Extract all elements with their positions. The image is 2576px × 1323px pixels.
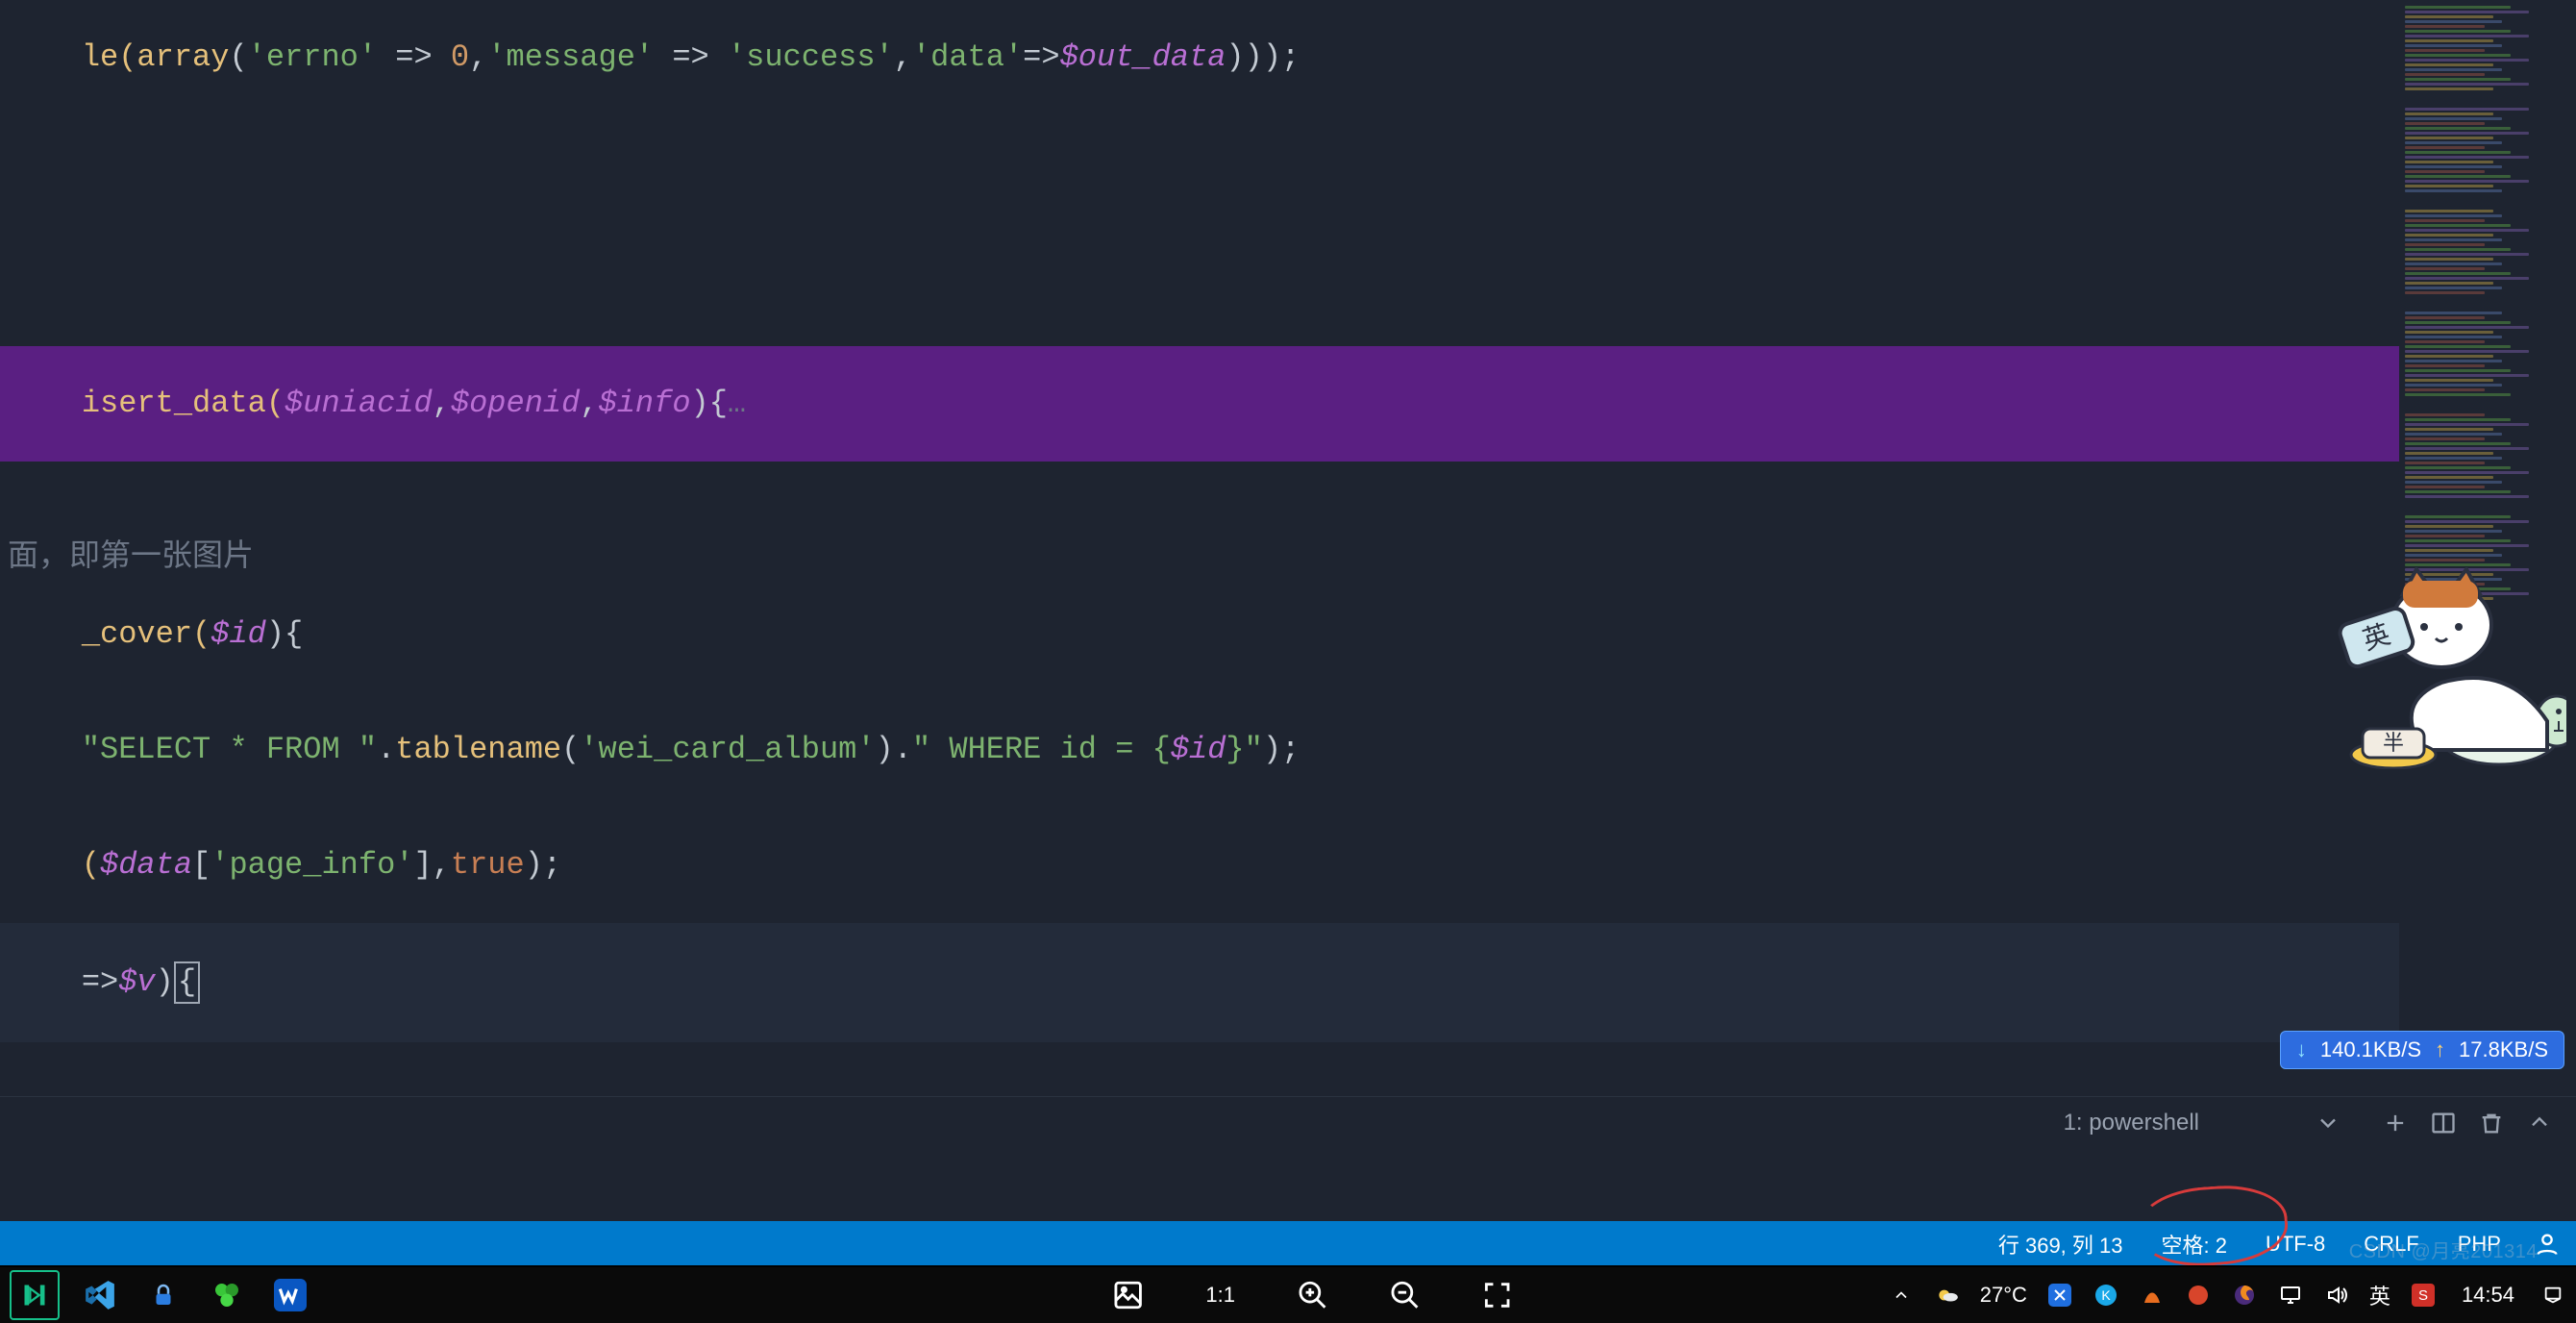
code-token: $data xyxy=(100,847,192,883)
windows-taskbar[interactable]: 1:1 27°C K 英 S 14:54 xyxy=(0,1265,2576,1323)
code-token: _cover( xyxy=(82,616,211,652)
status-cursor-position[interactable]: 行 369, 列 13 xyxy=(1993,1229,2129,1260)
tray-weather-icon[interactable] xyxy=(1934,1282,1961,1309)
svg-text:S: S xyxy=(2418,1287,2428,1304)
code-token: ( xyxy=(82,847,100,883)
fold-ellipsis[interactable]: … xyxy=(728,386,746,421)
code-token: $openid xyxy=(451,386,580,421)
tray-ime[interactable]: 英 xyxy=(2369,1280,2390,1311)
code-token: => xyxy=(654,39,728,75)
tray-temp[interactable]: 27°C xyxy=(1980,1283,2027,1308)
status-encoding[interactable]: UTF-8 xyxy=(2260,1232,2331,1257)
code-token: . xyxy=(377,732,395,767)
code-token: tablename xyxy=(395,732,561,767)
taskbar-app-lock[interactable] xyxy=(140,1272,186,1318)
taskbar-app-wps[interactable] xyxy=(267,1272,313,1318)
code-token: 'message' xyxy=(487,39,654,75)
panel: 1: powershell xyxy=(0,1096,2576,1166)
code-token: ))); xyxy=(1226,39,1300,75)
code-token: ); xyxy=(1263,732,1300,767)
code-token: $id xyxy=(211,616,266,652)
code-token: }" xyxy=(1226,732,1262,767)
tray-notification-icon[interactable] xyxy=(2539,1282,2566,1309)
highlighted-function-line: isert_data($uniacid,$openid,$info){… xyxy=(0,346,2576,462)
code-comment: 面，即第一张图片 xyxy=(8,539,254,575)
code-token: $info xyxy=(599,386,691,421)
code-token: => xyxy=(377,39,451,75)
start-button[interactable] xyxy=(10,1270,60,1320)
code-token: ( xyxy=(561,732,580,767)
code-token: $uniacid xyxy=(285,386,433,421)
code-token: , xyxy=(433,386,451,421)
status-indentation[interactable]: 空格: 2 xyxy=(2156,1229,2233,1260)
code-token: ( xyxy=(229,39,247,75)
code-token: => xyxy=(1023,39,1059,75)
tray-app-k-icon[interactable]: K xyxy=(2093,1282,2119,1309)
code-token: , xyxy=(469,39,487,75)
terminal-selector-label: 1: powershell xyxy=(2064,1110,2199,1136)
code-token: ){ xyxy=(266,616,303,652)
code-token: 'page_info' xyxy=(211,847,413,883)
download-arrow-icon: ↓ xyxy=(2296,1037,2307,1062)
code-token: ); xyxy=(525,847,561,883)
code-token: 'data' xyxy=(912,39,1023,75)
new-terminal-icon[interactable] xyxy=(2382,1110,2409,1136)
tray-monitor-icon[interactable] xyxy=(2277,1282,2304,1309)
download-speed: 140.1KB/S xyxy=(2320,1037,2421,1062)
zoom-ratio-button[interactable]: 1:1 xyxy=(1200,1274,1242,1316)
magnifier-minus-icon[interactable] xyxy=(1384,1274,1426,1316)
tray-sogou-icon[interactable]: S xyxy=(2410,1282,2437,1309)
status-bar: 行 369, 列 13 空格: 2 UTF-8 CRLF PHP xyxy=(0,1221,2576,1267)
tray-clock[interactable]: 14:54 xyxy=(2462,1283,2514,1308)
code-editor[interactable]: le(array('errno' => 0,'message' => 'succ… xyxy=(0,0,2576,1096)
upload-speed: 17.8KB/S xyxy=(2459,1037,2548,1062)
code-token: ){ xyxy=(691,386,728,421)
tray-firefox-icon[interactable] xyxy=(2231,1282,2258,1309)
code-token: ) xyxy=(156,964,174,1000)
code-token: true xyxy=(451,847,525,883)
screenshot-tool-icon[interactable] xyxy=(1107,1274,1150,1316)
code-token: 0 xyxy=(451,39,469,75)
code-token: le( xyxy=(82,39,137,75)
minimap[interactable] xyxy=(2399,0,2576,1096)
code-token: 'success' xyxy=(728,39,894,75)
code-token: " WHERE id = { xyxy=(912,732,1171,767)
code-token: 'wei_card_album' xyxy=(580,732,875,767)
tray-app-blue-icon[interactable] xyxy=(2046,1282,2073,1309)
tray-app-red-icon[interactable] xyxy=(2185,1282,2212,1309)
split-terminal-icon[interactable] xyxy=(2430,1110,2457,1136)
cursor-box: { xyxy=(174,961,200,1004)
code-token: 'errno' xyxy=(248,39,377,75)
feedback-icon[interactable] xyxy=(2534,1231,2561,1258)
code-token: "SELECT * FROM " xyxy=(82,732,377,767)
maximize-panel-icon[interactable] xyxy=(2526,1110,2553,1136)
code-token: => xyxy=(82,964,118,1000)
upload-arrow-icon: ↑ xyxy=(2435,1037,2445,1062)
chevron-down-icon xyxy=(2315,1110,2341,1136)
code-token: array xyxy=(136,39,229,75)
code-token: $v xyxy=(118,964,155,1000)
magnifier-plus-icon[interactable] xyxy=(1292,1274,1334,1316)
taskbar-app-green[interactable] xyxy=(204,1272,250,1318)
tray-app-orange-icon[interactable] xyxy=(2139,1282,2166,1309)
code-token: isert_data( xyxy=(82,386,285,421)
svg-text:K: K xyxy=(2101,1287,2111,1303)
network-speed-badge: ↓ 140.1KB/S ↑ 17.8KB/S xyxy=(2280,1031,2564,1069)
cursor-line: =>$v){ xyxy=(0,923,2576,1042)
code-token: $out_data xyxy=(1060,39,1226,75)
code-token: $id xyxy=(1171,732,1226,767)
fullscreen-icon[interactable] xyxy=(1476,1274,1519,1316)
taskbar-app-vscode[interactable] xyxy=(77,1272,123,1318)
code-token: ], xyxy=(413,847,450,883)
code-token: , xyxy=(580,386,598,421)
kill-terminal-icon[interactable] xyxy=(2478,1110,2505,1136)
tray-volume-icon[interactable] xyxy=(2323,1282,2350,1309)
code-token: [ xyxy=(192,847,211,883)
code-token: ). xyxy=(876,732,912,767)
tray-chevron-up-icon[interactable] xyxy=(1888,1282,1915,1309)
code-token: , xyxy=(894,39,912,75)
terminal-selector[interactable]: 1: powershell xyxy=(2044,1104,2361,1142)
taskbar-center-tools: 1:1 xyxy=(1107,1267,1519,1323)
watermark: CSDN @月亮201314 xyxy=(2349,1236,2538,1263)
